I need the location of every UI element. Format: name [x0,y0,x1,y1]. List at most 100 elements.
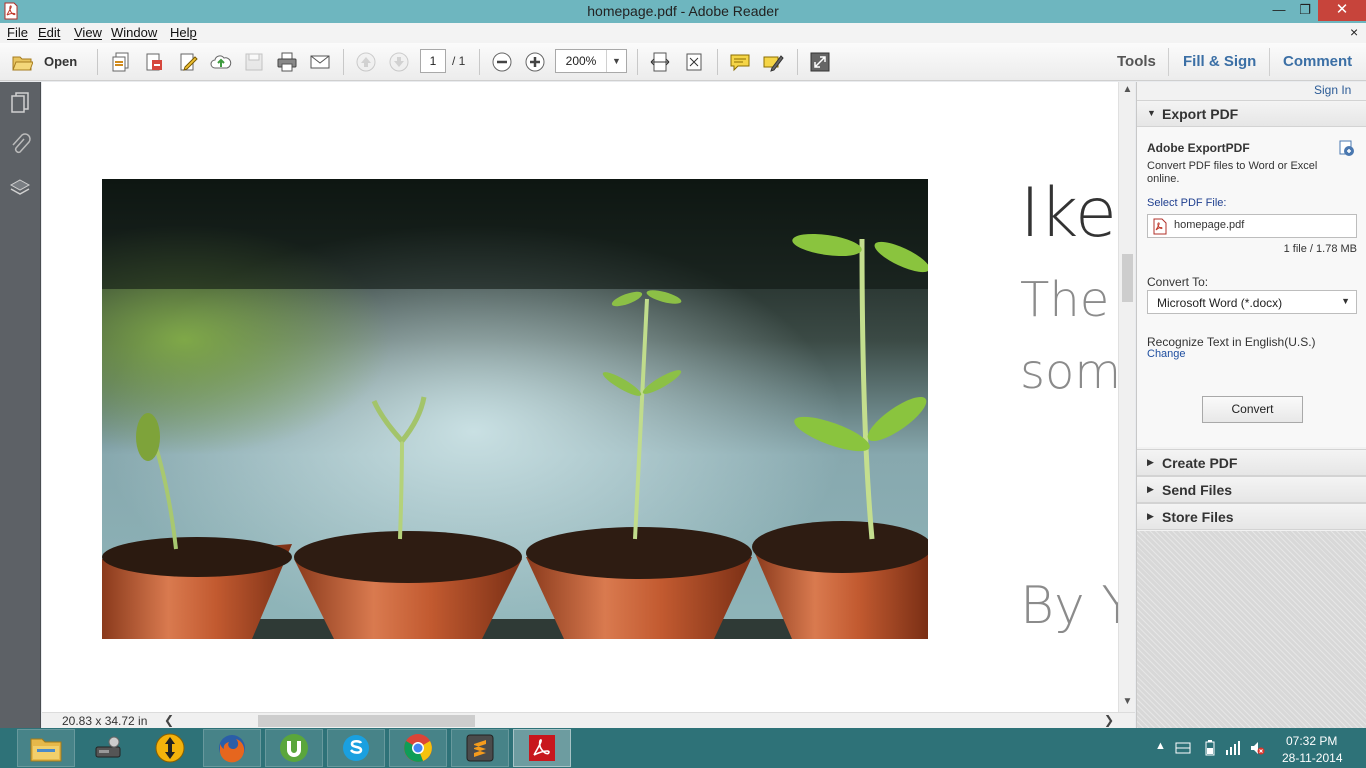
firefox-icon[interactable] [203,729,261,767]
vertical-scrollbar[interactable]: ▲ ▼ [1118,82,1135,712]
clock-date[interactable]: 28-11-2014 [1282,751,1343,765]
save-icon[interactable] [241,50,267,74]
comment-link[interactable]: Comment [1283,53,1352,70]
zoom-level-select[interactable]: 200% ▼ [555,49,627,73]
open-icon[interactable] [9,50,35,74]
fill-and-sign-link[interactable]: Fill & Sign [1183,53,1256,70]
title-bar: homepage.pdf - Adobe Reader — ❐ ✕ [0,0,1366,23]
sublime-text-icon[interactable] [451,729,509,767]
zoom-in-icon[interactable] [522,50,548,74]
zoom-out-icon[interactable] [489,50,515,74]
scroll-right-arrow[interactable]: ❯ [1104,713,1114,727]
convert-to-value: Microsoft Word (*.docx) [1157,296,1283,310]
chevron-right-icon: ▶ [1147,484,1154,494]
export-pdf-panel: Adobe ExportPDF Convert PDF files to Wor… [1137,127,1366,447]
volume-muted-icon[interactable] [1249,740,1265,756]
document-view[interactable]: Ike The som By Y [42,82,1118,712]
chevron-right-icon: ▶ [1147,457,1154,467]
sticky-note-icon[interactable] [727,50,753,74]
export-pdf-title: Export PDF [1162,106,1239,122]
tools-link[interactable]: Tools [1117,53,1156,70]
chevron-down-icon: ▼ [1147,108,1156,118]
skype-icon[interactable] [327,729,385,767]
store-files-section-header[interactable]: ▶ Store Files [1137,503,1366,530]
convert-to-label: Convert To: [1147,275,1209,289]
status-bar: 20.83 x 34.72 in ❮ ❯ [42,712,1135,728]
utorrent-icon[interactable] [265,729,323,767]
navigation-pane [0,82,41,728]
close-button[interactable]: ✕ [1318,0,1366,21]
document-subtitle-line2: som [1020,344,1118,400]
toolbar-separator [1269,48,1270,76]
send-files-title: Send Files [1162,482,1233,498]
toolbar-separator [479,49,480,75]
menu-file[interactable]: File [7,25,28,40]
clock-time[interactable]: 07:32 PM [1286,734,1337,748]
previous-page-icon[interactable] [353,50,379,74]
fit-width-icon[interactable] [647,50,673,74]
toolbar-separator [717,49,718,75]
vuze-icon[interactable] [141,729,199,767]
convert-button[interactable]: Convert [1202,396,1303,423]
document-subtitle-line1: The [1020,272,1110,328]
task-pane: Sign In ▼ Export PDF Adobe ExportPDF Con… [1136,82,1366,728]
network-icon[interactable] [1225,740,1241,756]
adobe-reader-taskbar-icon[interactable] [513,729,571,767]
open-button-label[interactable]: Open [44,54,77,69]
file-explorer-icon[interactable] [17,729,75,767]
scroll-down-arrow[interactable]: ▼ [1119,694,1136,710]
email-icon[interactable] [307,50,333,74]
convert-to-select[interactable]: Microsoft Word (*.docx) ▼ [1147,290,1357,314]
zoom-level-value: 200% [565,54,597,68]
windows-taskbar: ▲ 07:32 PM 28-11-2014 [0,728,1366,768]
change-language-link[interactable]: Change [1147,348,1186,360]
menu-view[interactable]: View [74,25,102,40]
edit-pdf-icon[interactable] [175,50,201,74]
task-pane-empty-area [1137,531,1366,728]
restore-button[interactable]: ❐ [1292,0,1318,21]
print-icon[interactable] [274,50,300,74]
sign-in-link[interactable]: Sign In [1314,83,1351,97]
toolbar-separator [343,49,344,75]
export-pdf-section-header[interactable]: ▼ Export PDF [1137,100,1366,127]
file-count-size: 1 file / 1.78 MB [1283,243,1357,255]
create-pdf-section-header[interactable]: ▶ Create PDF [1137,449,1366,476]
export-pdf-icon[interactable] [141,50,167,74]
create-pdf-icon[interactable] [108,50,134,74]
device-settings-icon[interactable] [80,729,138,767]
vertical-scroll-thumb[interactable] [1122,254,1133,302]
page-number-input[interactable]: 1 [420,49,446,73]
layers-icon[interactable] [6,174,34,202]
recognize-text-label: Recognize Text in English(U.S.) [1147,335,1316,349]
toolbar-separator [97,49,98,75]
pdf-file-icon [1153,218,1167,235]
full-screen-icon[interactable] [807,50,833,74]
toolbar-separator [637,49,638,75]
horizontal-scroll-thumb[interactable] [258,715,475,727]
show-hidden-icons[interactable]: ▲ [1155,740,1166,752]
minimize-button[interactable]: — [1266,0,1292,21]
document-byline: By Y [1020,576,1118,636]
menu-edit[interactable]: Edit [38,25,60,40]
menu-help[interactable]: Help [170,25,197,40]
chevron-down-icon[interactable]: ▼ [606,50,626,72]
action-center-icon[interactable] [1175,742,1191,754]
send-files-section-header[interactable]: ▶ Send Files [1137,476,1366,503]
chrome-icon[interactable] [389,729,447,767]
scroll-up-arrow[interactable]: ▲ [1119,82,1136,98]
close-document-icon[interactable]: × [1350,24,1358,40]
highlight-text-icon[interactable] [760,50,786,74]
menu-window[interactable]: Window [111,25,157,40]
select-pdf-file-label: Select PDF File: [1147,197,1227,209]
fit-page-icon[interactable] [681,50,707,74]
store-files-title: Store Files [1162,509,1234,525]
scroll-left-arrow[interactable]: ❮ [164,713,174,727]
attachments-icon[interactable] [6,131,34,159]
selected-pdf-file[interactable]: homepage.pdf [1147,214,1357,238]
page-thumbnails-icon[interactable] [6,88,34,116]
next-page-icon[interactable] [386,50,412,74]
page-size-label: 20.83 x 34.72 in [62,714,148,728]
upload-cloud-icon[interactable] [208,50,234,74]
battery-icon[interactable] [1205,740,1215,756]
export-info-icon[interactable] [1337,139,1355,157]
